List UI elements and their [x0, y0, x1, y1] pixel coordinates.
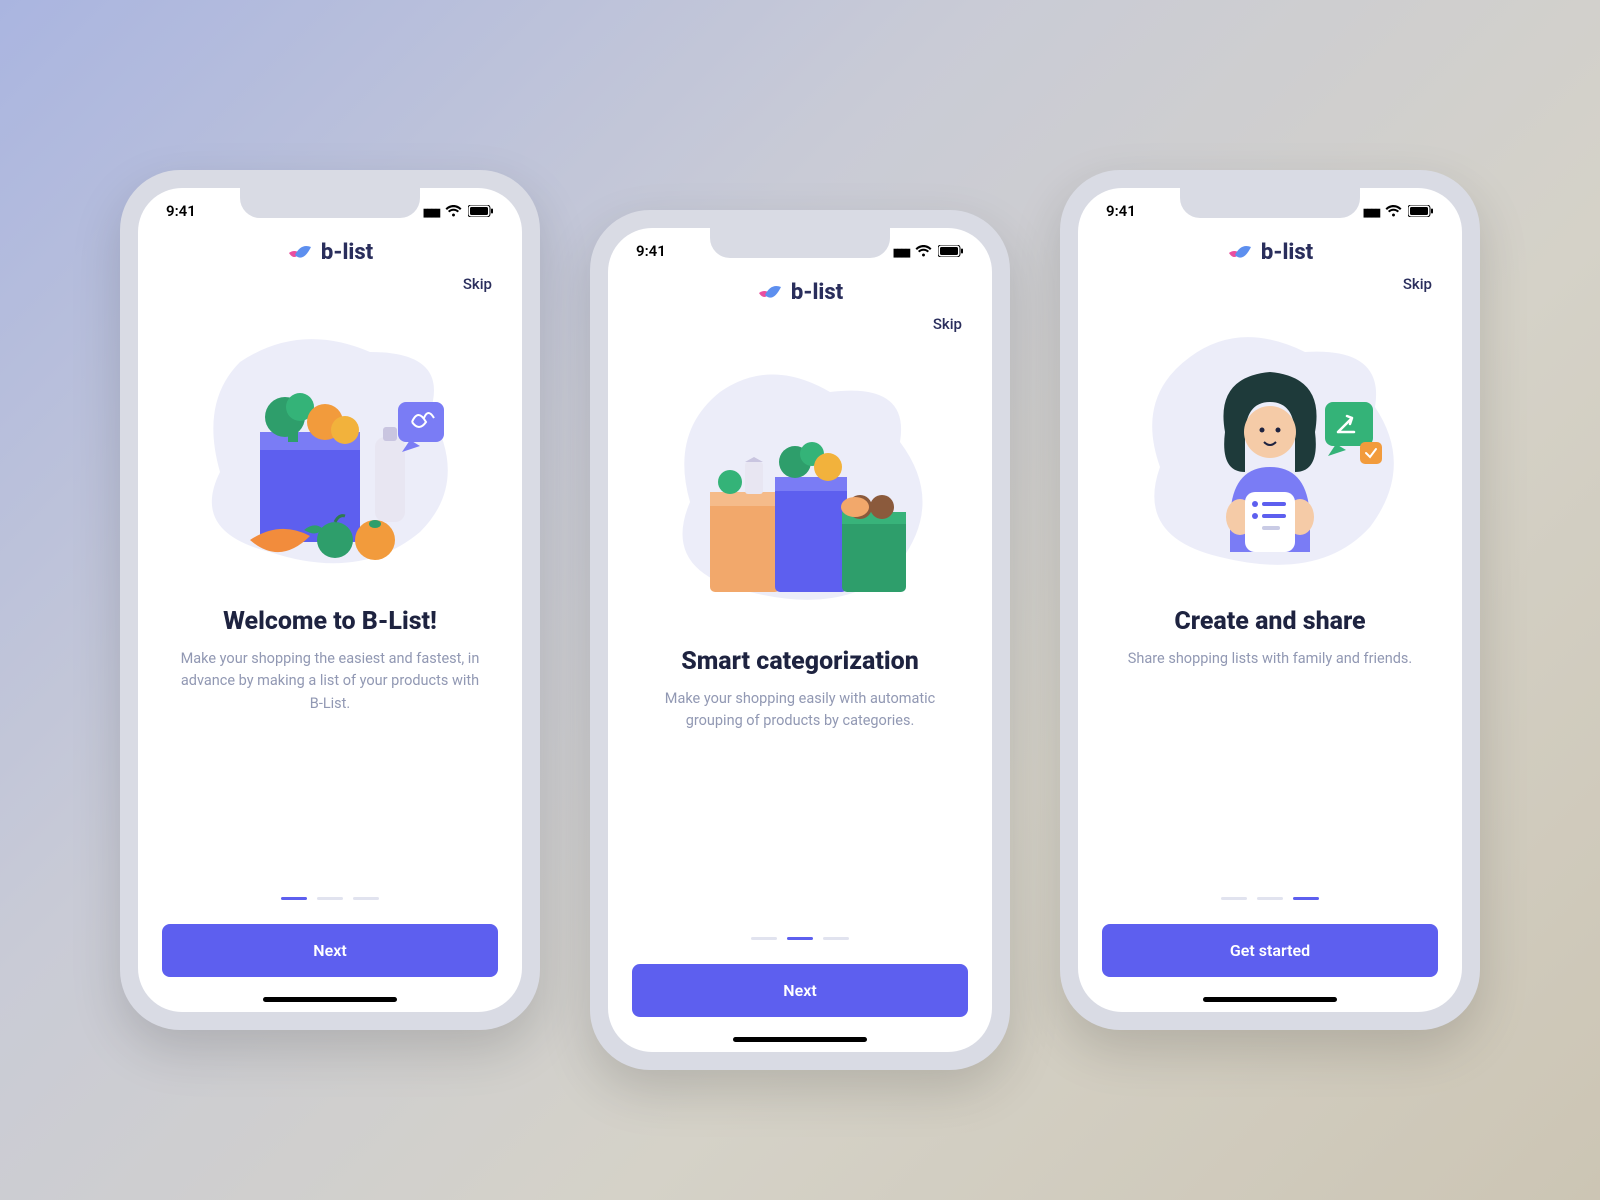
- signal-icon: [1363, 202, 1379, 220]
- logo-icon: [1227, 241, 1253, 265]
- dot-2[interactable]: [787, 937, 813, 940]
- notch: [1180, 188, 1360, 218]
- page-indicator: [138, 867, 522, 900]
- next-button[interactable]: Next: [162, 924, 498, 977]
- onboarding-subtitle: Share shopping lists with family and fri…: [1078, 648, 1462, 670]
- status-right: [423, 202, 494, 220]
- onboarding-subtitle: Make your shopping the easiest and faste…: [138, 648, 522, 715]
- signal-icon: [423, 202, 439, 220]
- wifi-icon: [915, 245, 932, 257]
- status-time: 9:41: [166, 202, 196, 220]
- home-indicator[interactable]: [733, 1037, 867, 1042]
- battery-icon: [938, 245, 964, 257]
- page-indicator: [1078, 867, 1462, 900]
- phone-mockup-3: 9:41 b-list Skip: [1060, 170, 1480, 1030]
- dot-3[interactable]: [823, 937, 849, 940]
- brand-name: b-list: [791, 280, 843, 305]
- status-right: [893, 242, 964, 260]
- skip-button[interactable]: Skip: [463, 275, 492, 293]
- logo-icon: [287, 241, 313, 265]
- notch: [240, 188, 420, 218]
- brand-name: b-list: [1261, 240, 1313, 265]
- wifi-icon: [445, 205, 462, 217]
- status-time: 9:41: [636, 242, 666, 260]
- dot-3[interactable]: [1293, 897, 1319, 900]
- dot-2[interactable]: [1257, 897, 1283, 900]
- brand-name: b-list: [321, 240, 373, 265]
- home-indicator[interactable]: [1203, 997, 1337, 1002]
- onboarding-title: Welcome to B-List!: [138, 607, 522, 636]
- status-right: [1363, 202, 1434, 220]
- brand: b-list: [1078, 240, 1462, 265]
- onboarding-subtitle: Make your shopping easily with automatic…: [608, 688, 992, 733]
- dot-2[interactable]: [317, 897, 343, 900]
- get-started-button[interactable]: Get started: [1102, 924, 1438, 977]
- onboarding-title: Smart categorization: [608, 647, 992, 676]
- onboarding-illustration-1: [138, 317, 522, 587]
- status-time: 9:41: [1106, 202, 1136, 220]
- onboarding-title: Create and share: [1078, 607, 1462, 636]
- phone-mockup-2: 9:41 b-list Skip: [590, 210, 1010, 1070]
- screen-3: 9:41 b-list Skip: [1078, 188, 1462, 1012]
- battery-icon: [468, 205, 494, 217]
- home-indicator[interactable]: [263, 997, 397, 1002]
- wifi-icon: [1385, 205, 1402, 217]
- screen-1: 9:41 b-list Skip: [138, 188, 522, 1012]
- skip-button[interactable]: Skip: [933, 315, 962, 333]
- screen-2: 9:41 b-list Skip: [608, 228, 992, 1052]
- battery-icon: [1408, 205, 1434, 217]
- dot-1[interactable]: [751, 937, 777, 940]
- brand: b-list: [138, 240, 522, 265]
- skip-button[interactable]: Skip: [1403, 275, 1432, 293]
- onboarding-illustration-3: [1078, 317, 1462, 587]
- next-button[interactable]: Next: [632, 964, 968, 1017]
- onboarding-illustration-2: [608, 357, 992, 627]
- phone-mockup-1: 9:41 b-list Skip: [120, 170, 540, 1030]
- dot-1[interactable]: [1221, 897, 1247, 900]
- dot-1[interactable]: [281, 897, 307, 900]
- logo-icon: [757, 281, 783, 305]
- page-indicator: [608, 907, 992, 940]
- notch: [710, 228, 890, 258]
- signal-icon: [893, 242, 909, 260]
- dot-3[interactable]: [353, 897, 379, 900]
- brand: b-list: [608, 280, 992, 305]
